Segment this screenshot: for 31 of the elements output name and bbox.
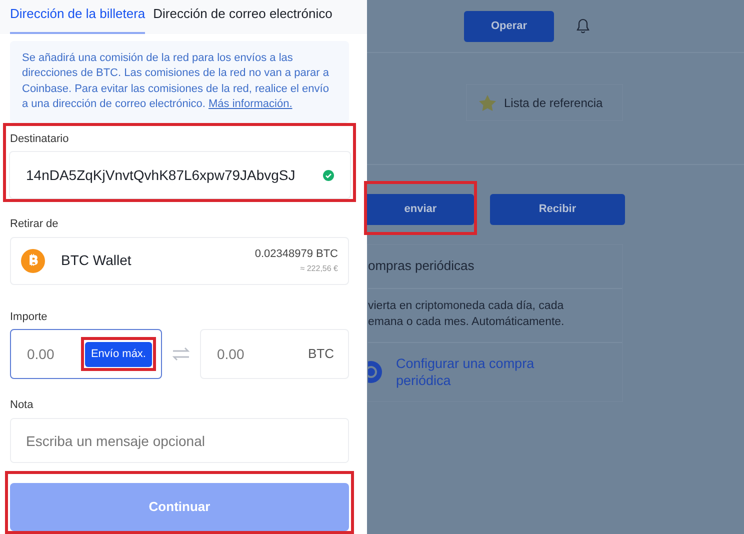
fiat-balance: ≈ 222,56 € (299, 262, 338, 275)
star-icon (479, 94, 496, 110)
watchlist-label: Lista de referencia (504, 94, 603, 112)
max-send-button[interactable]: Envío máx. (84, 342, 152, 367)
converted-amount-input[interactable]: 0.00 (215, 342, 265, 366)
trade-button[interactable]: Operar (464, 10, 554, 42)
amount-field[interactable]: 0.00 Envío máx. (10, 329, 162, 380)
tab[interactable]: Dirección de correo electrónico (153, 0, 332, 34)
network-fee-notice: Se añadirá una comisión de la red para los envíos a las direcciones de BTC. Las comisiones de la red no van a parar a Coinbase. Para evitar las comisiones de la red, realice el envío a una dirección de correo electrónico. Más información. (10, 40, 349, 122)
action-button[interactable]: enviar (367, 194, 474, 225)
recipient-label: Destinatario (10, 132, 70, 146)
bell-icon[interactable] (576, 18, 590, 34)
currency-label: BTC (308, 345, 334, 364)
wallet-balance: 0.02348979 BTC (254, 247, 338, 262)
bitcoin-icon (21, 248, 45, 273)
note-field[interactable]: Escriba un mensaje opcional (10, 418, 349, 463)
action-button[interactable]: Recibir (490, 194, 625, 225)
withdraw-from-label: Retirar de (10, 217, 60, 232)
amount-label: Importe (10, 310, 48, 325)
card-title: ompras periódicas (368, 257, 476, 275)
recipient-address: 14nDA5ZqKjVnvtQvhK87L6xpw79JAbvgSJ (26, 166, 296, 185)
converted-amount-field[interactable]: 0.00 BTC (200, 329, 349, 380)
card-description: vierta en criptomoneda cada día, cada emana o cada mes. Automáticamente. (368, 299, 566, 330)
wallet-name: BTC Wallet (61, 251, 132, 270)
amount-input[interactable]: 0.00 (25, 342, 75, 366)
watchlist-button[interactable]: Lista de referencia (466, 84, 623, 121)
more-info-link[interactable]: Más información. (208, 98, 292, 110)
note-label: Nota (10, 398, 34, 414)
wallet-selector[interactable]: BTC Wallet 0.02348979 BTC ≈ 222,56 € (10, 236, 349, 285)
tab[interactable]: Dirección de la billetera (10, 0, 146, 34)
recipient-field[interactable]: 14nDA5ZqKjVnvtQvhK87L6xpw79JAbvgSJ (9, 151, 351, 199)
